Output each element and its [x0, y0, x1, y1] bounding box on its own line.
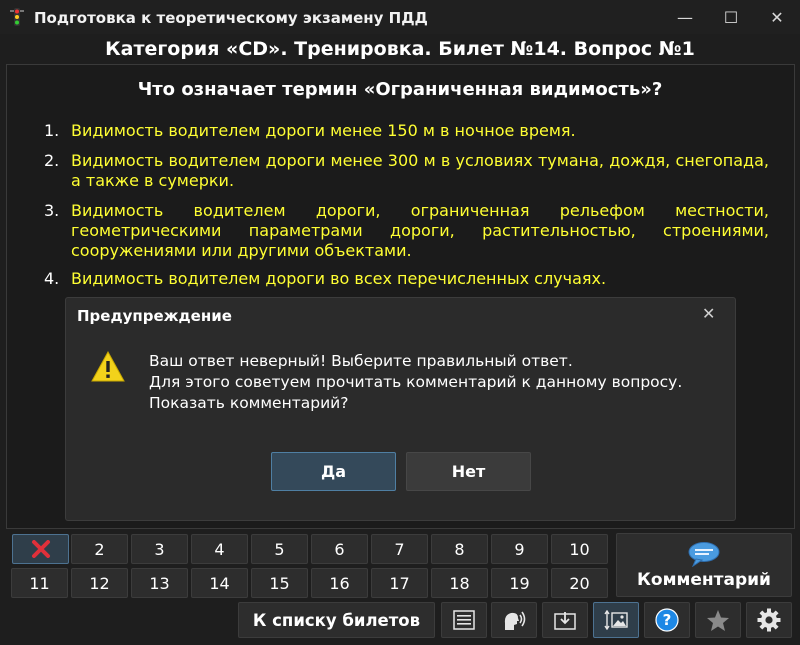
comment-label: Комментарий	[637, 570, 771, 590]
question-nav-14[interactable]: 14	[191, 568, 248, 598]
question-nav-10[interactable]: 10	[551, 534, 608, 564]
svg-text:?: ?	[663, 611, 672, 629]
question-nav-5[interactable]: 5	[251, 534, 308, 564]
help-icon: ?	[655, 608, 679, 632]
question-nav-18[interactable]: 18	[431, 568, 488, 598]
download-button[interactable]	[542, 602, 588, 638]
dialog-message-line: Показать комментарий?	[149, 394, 349, 412]
answer-text: Видимость водителем дороги менее 300 м в…	[71, 151, 769, 190]
question-nav-11[interactable]: 11	[11, 568, 68, 598]
question-text: Что означает термин «Ограниченная видимо…	[137, 79, 663, 100]
page-title: Категория «CD». Тренировка. Билет №14. В…	[105, 38, 695, 60]
window-title: Подготовка к теоретическому экзамену ПДД	[34, 9, 428, 27]
minimize-icon[interactable]: —	[662, 0, 708, 34]
question-nav-13[interactable]: 13	[131, 568, 188, 598]
speak-button[interactable]	[491, 602, 537, 638]
warning-icon	[91, 351, 125, 382]
window-titlebar: Подготовка к теоретическому экзамену ПДД…	[0, 0, 800, 34]
question-nav-7[interactable]: 7	[371, 534, 428, 564]
answer-text: Видимость водителем дороги менее 150 м в…	[71, 121, 576, 140]
traffic-light-icon	[10, 8, 24, 26]
answer-number: 4.	[44, 269, 60, 288]
dialog-title: Предупреждение	[77, 307, 232, 325]
download-icon	[554, 612, 576, 630]
no-button[interactable]: Нет	[406, 452, 531, 491]
list-icon	[453, 610, 475, 630]
comment-button[interactable]: Комментарий	[616, 533, 792, 597]
speech-bubble-icon	[688, 542, 720, 567]
answer-number: 2.	[44, 151, 60, 170]
settings-button[interactable]	[746, 602, 792, 638]
question-nav-9[interactable]: 9	[491, 534, 548, 564]
warning-dialog: Предупреждение ✕ Ваш ответ неверный! Выб…	[65, 297, 736, 521]
question-nav-6[interactable]: 6	[311, 534, 368, 564]
maximize-icon[interactable]: ☐	[708, 0, 754, 34]
ticket-list-button[interactable]: К списку билетов	[238, 602, 435, 638]
answer-text: Видимость водителем дороги, ограниченная…	[71, 201, 769, 260]
answer-number: 1.	[44, 121, 60, 140]
question-nav-3[interactable]: 3	[131, 534, 188, 564]
answer-text: Видимость водителем дороги во всех переч…	[71, 269, 607, 288]
dialog-close-icon[interactable]: ✕	[702, 304, 715, 323]
wrong-answer-x-icon	[31, 540, 50, 558]
star-icon	[707, 609, 729, 631]
question-nav-4[interactable]: 4	[191, 534, 248, 564]
list-button[interactable]	[441, 602, 487, 638]
speak-icon	[504, 611, 526, 630]
answer-number: 3.	[44, 201, 60, 220]
gear-icon	[757, 608, 781, 632]
close-icon[interactable]: ✕	[754, 0, 800, 34]
question-nav-12[interactable]: 12	[71, 568, 128, 598]
question-nav-19[interactable]: 19	[491, 568, 548, 598]
help-button[interactable]: ?	[644, 602, 690, 638]
question-nav-15[interactable]: 15	[251, 568, 308, 598]
yes-button[interactable]: Да	[271, 452, 396, 491]
question-nav-2[interactable]: 2	[71, 534, 128, 564]
question-nav-8[interactable]: 8	[431, 534, 488, 564]
question-nav-1[interactable]	[12, 534, 69, 564]
question-nav-17[interactable]: 17	[371, 568, 428, 598]
image-resize-button[interactable]	[593, 602, 639, 638]
favorite-button[interactable]	[695, 602, 741, 638]
question-nav-20[interactable]: 20	[551, 568, 608, 598]
dialog-message: Ваш ответ неверный! Выберите правильный …	[149, 351, 682, 414]
image-resize-icon	[604, 610, 628, 630]
dialog-message-line: Для этого советуем прочитать комментарий…	[149, 373, 683, 391]
question-nav-16[interactable]: 16	[311, 568, 368, 598]
dialog-message-line: Ваш ответ неверный! Выберите правильный …	[149, 352, 573, 370]
